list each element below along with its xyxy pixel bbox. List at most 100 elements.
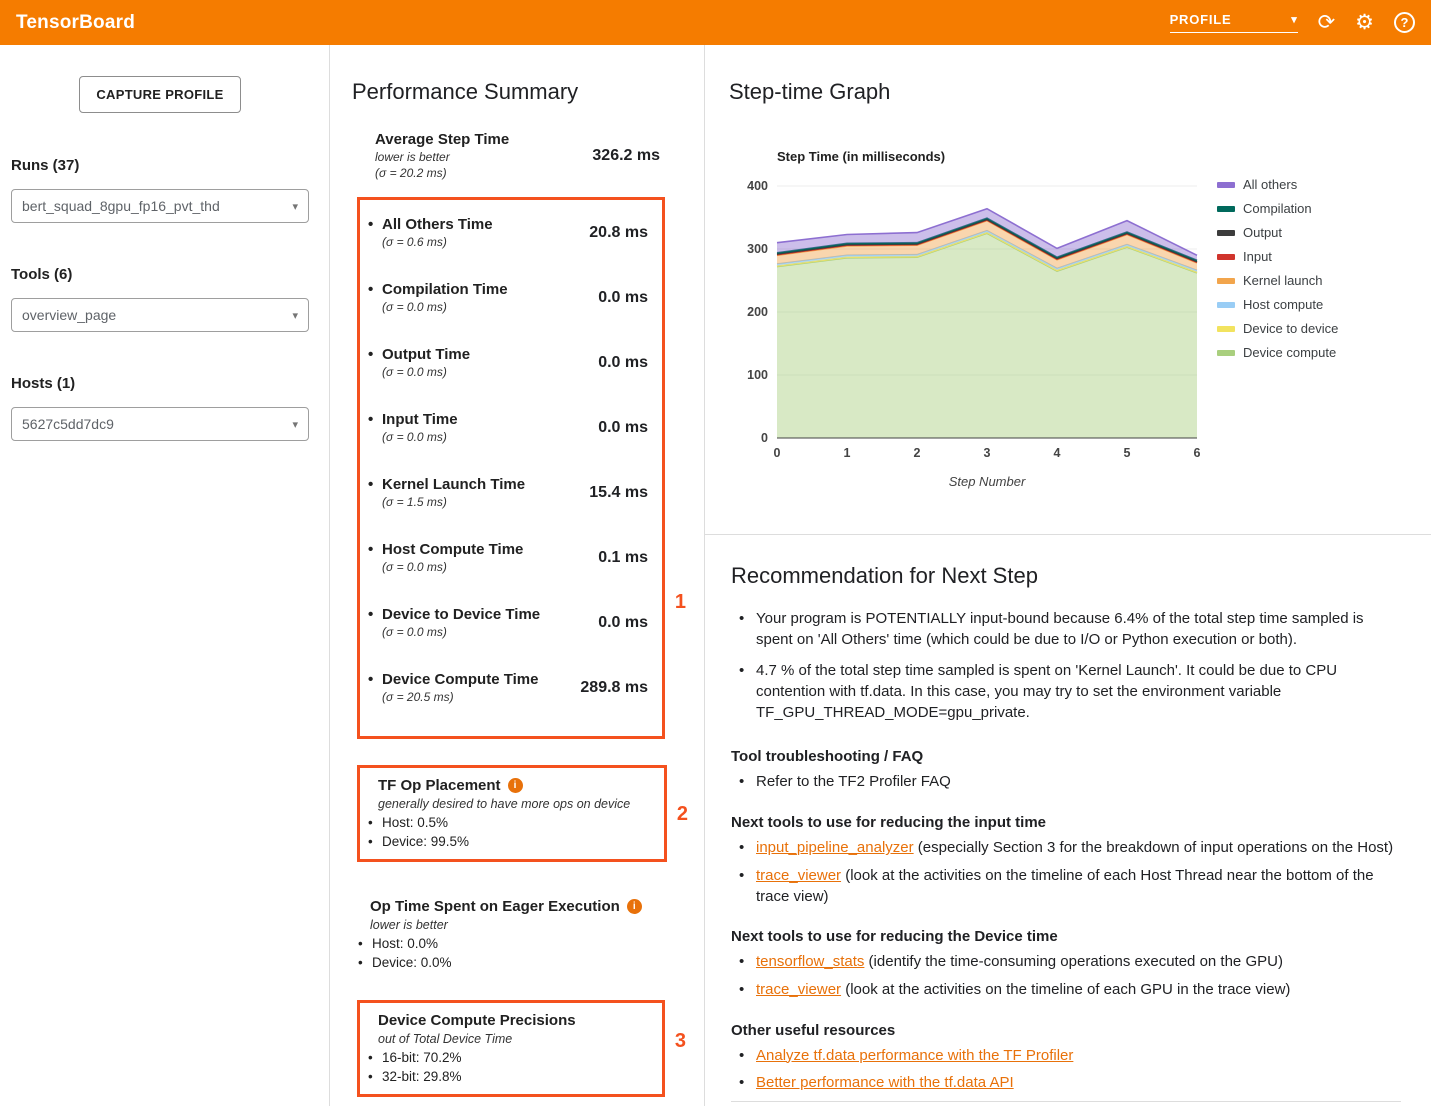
metric-label: Device to Device Time	[382, 606, 540, 623]
metric-value: 20.8 ms	[589, 224, 648, 242]
precisions-16bit: 16-bit: 70.2%	[382, 1050, 462, 1065]
chevron-down-icon: ▾	[292, 309, 298, 322]
bullet-icon: •	[739, 980, 756, 1001]
legend-swatch	[1217, 326, 1235, 332]
recommendation-panel: Recommendation for Next Step • Your prog…	[705, 535, 1431, 1106]
recommendation-item: • Your program is POTENTIALLY input-boun…	[739, 609, 1401, 650]
metric-label: Kernel Launch Time	[382, 476, 525, 493]
eager-host: Host: 0.0%	[372, 936, 438, 951]
legend-label: Kernel launch	[1243, 273, 1323, 288]
tool-item-text: (especially Section 3 for the breakdown …	[914, 839, 1393, 856]
metric-value: 0.0 ms	[598, 289, 648, 307]
legend-label: Output	[1243, 225, 1282, 240]
tool-item: • tensorflow_stats (identify the time-co…	[739, 952, 1401, 973]
link-trace-viewer[interactable]: trace_viewer	[756, 867, 841, 884]
eager-note: lower is better	[370, 918, 670, 932]
runs-label: Runs (37)	[11, 157, 309, 174]
metric-value: 289.8 ms	[580, 679, 648, 697]
dashboard-select[interactable]: PROFILE ▾	[1170, 12, 1298, 33]
bullet-icon: •	[368, 1069, 382, 1084]
legend-label: Compilation	[1243, 201, 1312, 216]
svg-text:5: 5	[1124, 446, 1131, 460]
bullet-icon: •	[739, 661, 756, 723]
svg-text:200: 200	[747, 305, 768, 319]
tool-item-text: (identify the time-consuming operations …	[864, 953, 1283, 970]
bullet-icon: •	[739, 866, 756, 907]
legend-item: Input	[1217, 249, 1338, 264]
bullet-icon: •	[358, 936, 372, 951]
link-better-performance-tfdata-api[interactable]: Better performance with the tf.data API	[756, 1074, 1014, 1091]
legend-label: All others	[1243, 177, 1297, 192]
eager-title: Op Time Spent on Eager Execution	[370, 898, 620, 915]
svg-text:1: 1	[844, 446, 851, 460]
metric-label: Average Step Time	[375, 131, 509, 148]
resource-item: • Analyze tf.data performance with the T…	[739, 1046, 1401, 1067]
faq-heading: Tool troubleshooting / FAQ	[731, 748, 1401, 765]
link-tensorflow-stats[interactable]: tensorflow_stats	[756, 953, 864, 970]
gear-icon[interactable]: ⚙	[1355, 12, 1374, 33]
chart-x-axis-label: Step Number	[777, 474, 1197, 489]
app-title: TensorBoard	[16, 12, 135, 34]
average-step-time-row: Average Step Time lower is better (σ = 2…	[375, 131, 660, 180]
dashboard-select-value: PROFILE	[1170, 12, 1232, 27]
sidebar: CAPTURE PROFILE Runs (37) bert_squad_8gp…	[0, 45, 330, 1106]
chevron-down-icon: ▾	[292, 200, 298, 213]
svg-text:4: 4	[1054, 446, 1061, 460]
bullet-icon: •	[739, 952, 756, 973]
legend-item: Device compute	[1217, 345, 1338, 360]
precisions-note: out of Total Device Time	[378, 1032, 652, 1046]
annotation-box-1: •All Others Time (σ = 0.6 ms) 20.8 ms •C…	[357, 197, 665, 739]
bullet-icon: •	[368, 411, 382, 428]
metric-value: 0.0 ms	[598, 419, 648, 437]
resource-item: • Better performance with the tf.data AP…	[739, 1073, 1401, 1094]
legend-swatch	[1217, 230, 1235, 236]
metric-sigma: (σ = 0.0 ms)	[382, 365, 470, 379]
legend-swatch	[1217, 302, 1235, 308]
legend-item: All others	[1217, 177, 1338, 192]
chevron-down-icon: ▾	[292, 418, 298, 431]
legend-swatch	[1217, 206, 1235, 212]
metric-label: All Others Time	[382, 216, 493, 233]
hosts-select[interactable]: 5627c5dd7dc9 ▾	[11, 407, 309, 441]
legend-label: Device to device	[1243, 321, 1338, 336]
metric-sigma: (σ = 0.0 ms)	[382, 560, 523, 574]
svg-text:6: 6	[1194, 446, 1201, 460]
annotation-box-2: TF Op Placement i generally desired to h…	[357, 765, 667, 862]
faq-item: • Refer to the TF2 Profiler FAQ	[739, 772, 1401, 793]
tf-op-placement-note: generally desired to have more ops on de…	[378, 797, 654, 811]
metric-label: Host Compute Time	[382, 541, 523, 558]
link-trace-viewer[interactable]: trace_viewer	[756, 981, 841, 998]
bullet-icon: •	[368, 541, 382, 558]
bullet-icon: •	[368, 606, 382, 623]
svg-text:400: 400	[747, 179, 768, 193]
metric-label: Compilation Time	[382, 281, 508, 298]
runs-select[interactable]: bert_squad_8gpu_fp16_pvt_thd ▾	[11, 189, 309, 223]
recommendation-text: Your program is POTENTIALLY input-bound …	[756, 609, 1401, 650]
tools-select[interactable]: overview_page ▾	[11, 298, 309, 332]
bullet-icon: •	[739, 1046, 756, 1067]
metric-row: •Host Compute Time (σ = 0.0 ms) 0.1 ms	[368, 541, 648, 574]
capture-profile-button[interactable]: CAPTURE PROFILE	[79, 76, 240, 113]
refresh-icon[interactable]: ⟳	[1318, 12, 1336, 33]
link-input-pipeline-analyzer[interactable]: input_pipeline_analyzer	[756, 839, 914, 856]
recommendation-text: 4.7 % of the total step time sampled is …	[756, 661, 1401, 723]
link-analyze-tfdata-performance[interactable]: Analyze tf.data performance with the TF …	[756, 1047, 1073, 1064]
svg-text:100: 100	[747, 368, 768, 382]
hosts-label: Hosts (1)	[11, 375, 309, 392]
metric-row: •Input Time (σ = 0.0 ms) 0.0 ms	[368, 411, 648, 444]
info-icon[interactable]: i	[627, 899, 642, 914]
step-time-chart: 01002003004000123456	[729, 174, 1205, 466]
metric-row: •Output Time (σ = 0.0 ms) 0.0 ms	[368, 346, 648, 379]
bullet-icon: •	[739, 609, 756, 650]
tool-item-text: (look at the activities on the timeline …	[841, 981, 1290, 998]
svg-text:0: 0	[774, 446, 781, 460]
help-icon[interactable]: ?	[1394, 12, 1415, 33]
tf-op-placement-device: Device: 99.5%	[382, 834, 469, 849]
info-icon[interactable]: i	[508, 778, 523, 793]
tool-item: • trace_viewer (look at the activities o…	[739, 866, 1401, 907]
tools-label: Tools (6)	[11, 266, 309, 283]
recommendation-item: • 4.7 % of the total step time sampled i…	[739, 661, 1401, 723]
input-tools-heading: Next tools to use for reducing the input…	[731, 814, 1401, 831]
bullet-icon: •	[368, 346, 382, 363]
performance-summary-title: Performance Summary	[352, 79, 704, 105]
